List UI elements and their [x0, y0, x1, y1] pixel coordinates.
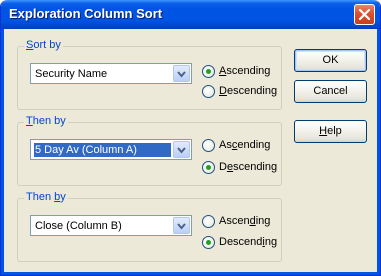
descending-label: Descending [219, 85, 278, 97]
dropdown-button[interactable] [173, 141, 190, 158]
dropdown-button[interactable] [173, 65, 190, 82]
ok-button[interactable]: OK [294, 49, 367, 72]
then-by-group-2: Then by Close (Column B) Ascending Desce… [17, 191, 282, 262]
descending-label: Descending [219, 161, 278, 173]
then-by-group-1: Then by 5 Day Av (Column A) Ascending De… [17, 115, 282, 186]
radio-indicator [202, 85, 215, 98]
radio-indicator [202, 139, 215, 152]
sort-by-value: Security Name [35, 68, 108, 80]
then-by-select-2[interactable]: Close (Column B) [30, 215, 192, 236]
close-button[interactable] [354, 4, 375, 25]
cancel-button[interactable]: Cancel [294, 80, 367, 103]
then-by-value-2: Close (Column B) [35, 220, 122, 232]
help-button[interactable]: Help [294, 120, 367, 143]
then-by-value-1: 5 Day Av (Column A) [34, 143, 171, 157]
then-by-select-1[interactable]: 5 Day Av (Column A) [30, 139, 192, 160]
sort-by-select[interactable]: Security Name [30, 63, 192, 84]
chevron-down-icon [177, 71, 186, 78]
radio-indicator [202, 65, 215, 78]
title-bar[interactable]: Exploration Column Sort [1, 0, 380, 29]
ascending-label: Ascending [219, 139, 271, 151]
ascending-label: Ascending [219, 65, 271, 77]
then-by-label-2: Then by [24, 191, 68, 203]
ascending-label: Ascending [219, 215, 271, 227]
then-by-label-1: Then by [24, 115, 68, 127]
sort-by-group: Sort by Security Name Ascending Descendi… [17, 39, 282, 110]
dialog-title: Exploration Column Sort [9, 6, 163, 21]
dropdown-button[interactable] [173, 217, 190, 234]
sort-by-label: Sort by [24, 39, 63, 51]
radio-indicator [202, 236, 215, 249]
chevron-down-icon [177, 147, 186, 154]
radio-indicator [202, 161, 215, 174]
chevron-down-icon [177, 223, 186, 230]
radio-indicator [202, 215, 215, 228]
descending-label: Descending [219, 236, 278, 248]
sort-dialog: Exploration Column Sort Sort by Security… [0, 0, 381, 276]
close-icon [359, 9, 370, 20]
